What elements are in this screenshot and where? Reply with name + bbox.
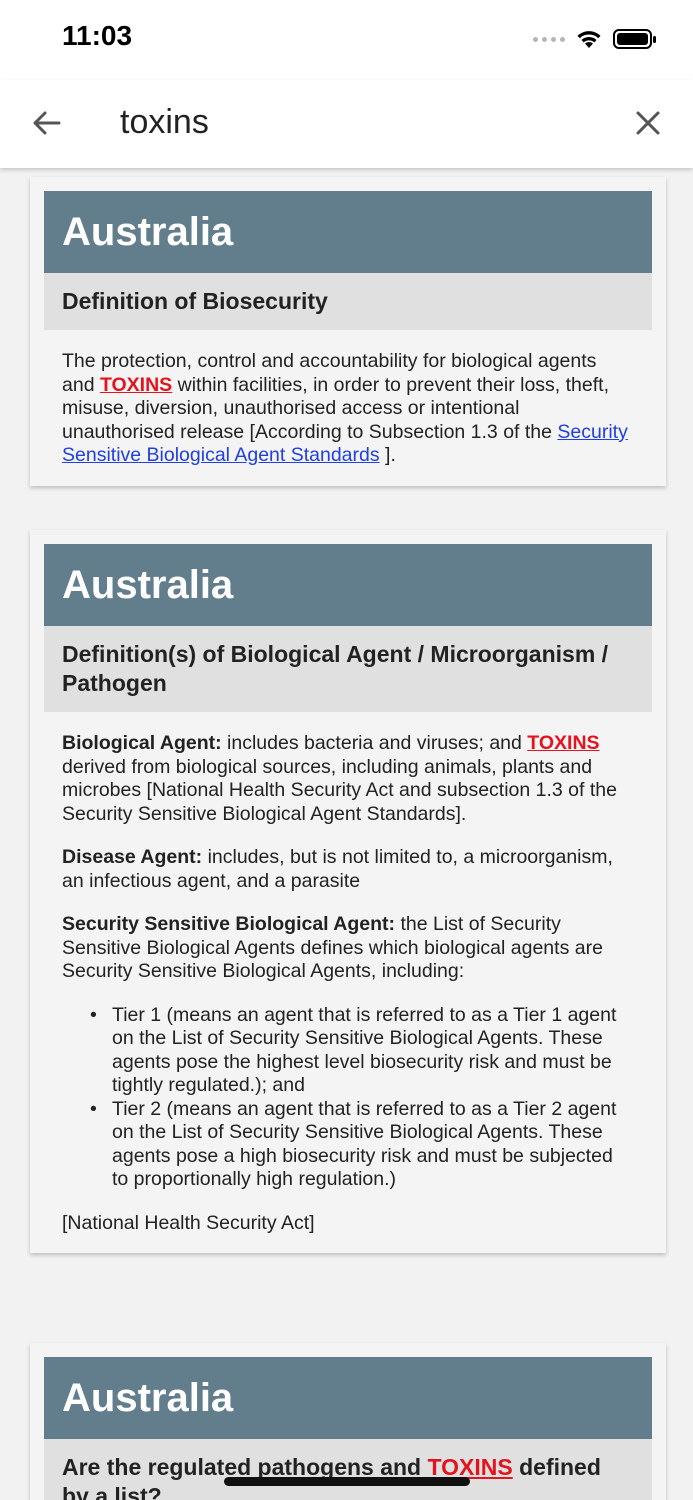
result-card[interactable]: Australia Definition(s) of Biological Ag… xyxy=(30,530,666,1253)
home-indicator[interactable] xyxy=(224,1477,470,1486)
result-card[interactable]: Australia Definition of Biosecurity The … xyxy=(30,177,666,486)
section-title: Definition(s) of Biological Agent / Micr… xyxy=(44,626,652,712)
section-title: Definition of Biosecurity xyxy=(44,273,652,330)
list-item: Tier 1 (means an agent that is referred … xyxy=(90,1004,634,1098)
status-icons xyxy=(533,24,657,54)
country-header: Australia xyxy=(44,1357,652,1439)
term-label: Security Sensitive Biological Agent: xyxy=(62,913,396,935)
body-paragraph: Biological Agent: includes bacteria and … xyxy=(62,732,634,826)
back-button[interactable] xyxy=(26,102,68,144)
search-highlight: TOXINS xyxy=(527,732,600,754)
status-time: 11:03 xyxy=(62,20,133,51)
wifi-icon xyxy=(577,31,601,48)
search-bar xyxy=(0,80,693,168)
card-body: Biological Agent: includes bacteria and … xyxy=(44,712,652,1239)
list-item: Tier 2 (means an agent that is referred … xyxy=(90,1098,634,1192)
signal-icon xyxy=(533,36,565,42)
body-text: includes bacteria and viruses; and xyxy=(221,732,528,754)
search-highlight: TOXINS xyxy=(99,373,173,396)
close-icon xyxy=(636,111,660,135)
battery-icon xyxy=(613,29,656,49)
body-text: ]. xyxy=(379,444,396,466)
body-paragraph: Security Sensitive Biological Agent: the… xyxy=(62,913,634,984)
status-bar: 11:03 xyxy=(0,0,693,80)
search-input[interactable] xyxy=(120,96,610,148)
body-paragraph: Disease Agent: includes, but is not limi… xyxy=(62,846,634,893)
clear-search-button[interactable] xyxy=(627,102,669,144)
country-header: Australia xyxy=(44,544,652,626)
country-header: Australia xyxy=(44,191,652,273)
term-label: Biological Agent: xyxy=(62,732,222,754)
source-citation: [National Health Security Act] xyxy=(62,1211,315,1234)
section-title: Are the regulated pathogens and TOXINS d… xyxy=(44,1439,652,1500)
arrow-left-icon xyxy=(33,111,61,135)
body-text: derived from biological sources, includi… xyxy=(62,755,617,825)
term-label: Disease Agent: xyxy=(62,846,203,868)
card-body: The protection, control and accountabili… xyxy=(44,330,652,472)
tier-list: Tier 1 (means an agent that is referred … xyxy=(62,1004,634,1192)
results-list[interactable]: Australia Definition of Biosecurity The … xyxy=(0,168,693,1500)
body-paragraph: The protection, control and accountabili… xyxy=(62,350,634,468)
